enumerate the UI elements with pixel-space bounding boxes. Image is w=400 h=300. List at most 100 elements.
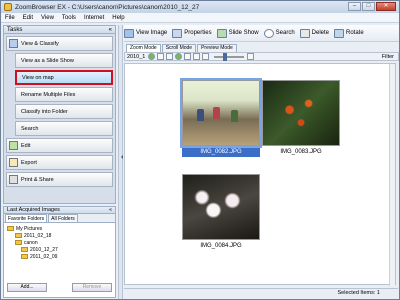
toolbar-label: Properties [184,30,212,36]
thumbnail-area: IMG_0082.JPG IMG_0083.JPG IMG_0084.JPG [124,63,396,286]
tab-zoom-mode[interactable]: Zoom Mode [126,44,161,52]
task-label: Classify into Folder [21,108,68,115]
zoombrowser-window: ZoomBrowser EX - C:\Users\canon\Pictures… [0,0,400,300]
delete-button[interactable]: Delete [299,28,329,38]
menu-file[interactable]: File [1,15,19,21]
tree-node-2011-02-18[interactable]: 2011_02_18 [7,232,112,239]
tree-node-2011-02-09[interactable]: 2011_02_09 [7,253,112,260]
task-label: Print & Share [21,176,54,183]
tab-scroll-mode[interactable]: Scroll Mode [161,44,197,52]
title-bar: ZoomBrowser EX - C:\Users\canon\Pictures… [1,1,399,13]
slide-show-icon [216,28,227,38]
menu-bar: File Edit View Tools Internet Help [1,13,399,23]
tasks-header-label: Tasks [7,27,23,33]
add-folder-button[interactable]: Add... [7,283,47,292]
remove-folder-button[interactable]: Remove [72,283,112,292]
close-button[interactable]: ✕ [376,2,396,11]
toolbar-label: View Image [136,30,168,36]
status-bar: Selected Items: 1 [124,288,398,298]
tree-label: 2010_12_27 [30,246,58,253]
thumbnail-item[interactable]: IMG_0082.JPG [180,78,262,157]
view-image-button[interactable]: View Image [124,28,168,38]
menu-help[interactable]: Help [108,15,128,21]
zoom-slider-thumb[interactable] [223,52,228,61]
folder-name-fragment: 2010_1 [127,53,146,60]
task-label: View & Classify [21,40,59,47]
folder-icon [15,233,22,238]
view-options-bar: 2010_1 Filter [124,52,399,61]
tab-all-folders[interactable]: All Folders [48,214,78,222]
task-view-on-map[interactable]: View on map [15,70,113,85]
maximize-button[interactable]: □ [362,2,375,11]
tasks-panel: View & Classify View as a Slide Show Vie… [3,34,116,204]
task-export[interactable]: Export [6,155,113,170]
last-acquired-header[interactable]: Last Acquired Images « [3,206,116,214]
vertical-scrollbar[interactable] [389,64,395,286]
rotate-button[interactable]: Rotate [334,28,364,38]
photo-children[interactable] [180,78,262,148]
thumbnail-item[interactable]: IMG_0084.JPG [182,174,260,251]
search-icon [263,28,274,38]
task-search[interactable]: Search [15,121,113,136]
thumbnail-item[interactable]: IMG_0083.JPG [262,80,340,157]
slide-show-button[interactable]: Slide Show [216,28,259,38]
task-view-classify[interactable]: View & Classify [6,36,113,51]
tree-label: My Pictures [16,225,43,232]
window-title: ZoomBrowser EX - C:\Users\canon\Pictures… [15,3,200,11]
menu-internet[interactable]: Internet [80,15,108,21]
menu-tools[interactable]: Tools [58,15,80,21]
zoom-slider[interactable] [214,52,245,61]
tree-node-canon[interactable]: canon [7,239,112,246]
refresh-icon[interactable] [148,53,156,60]
task-edit[interactable]: Edit [6,138,113,153]
tree-node-my-pictures[interactable]: My Pictures [7,225,112,232]
task-print-share[interactable]: Print & Share [6,172,113,187]
panel-splitter[interactable] [118,25,123,299]
display-option-icon[interactable] [175,53,183,60]
zoom-fit-icon[interactable] [202,53,210,60]
task-label: Export [21,159,37,166]
task-label: Edit [21,142,31,149]
expand-last-acquired-icon[interactable]: « [109,207,115,213]
folders-panel: Favorite Folders All Folders My Pictures… [3,214,116,298]
menu-view[interactable]: View [37,15,58,21]
photo-flowers[interactable] [262,80,340,146]
toolbar: View Image Properties Slide Show Search … [124,25,399,42]
search-button[interactable]: Search [263,28,295,38]
task-label: Rename Multiple Files [21,91,76,98]
mode-tabs: Zoom Mode Scroll Mode Preview Mode [124,44,399,52]
photo-blossoms[interactable] [182,174,260,240]
filter-dropdown[interactable]: Filter [382,54,394,60]
thumbnail-filename: IMG_0083.JPG [280,149,322,155]
folder-buttons: Add... Remove [4,283,115,292]
main-panel: View Image Properties Slide Show Search … [124,25,399,299]
properties-button[interactable]: Properties [172,28,212,38]
tree-label: 2011_02_18 [24,232,52,239]
task-slide-show[interactable]: View as a Slide Show [15,53,113,68]
collapse-tasks-icon[interactable]: « [109,26,115,33]
sort-icon[interactable] [166,53,174,60]
view-classify-icon [9,39,18,48]
toolbar-label: Search [275,30,295,36]
minimize-button[interactable]: – [348,2,361,11]
task-label: View on map [22,74,54,81]
toolbar-label: Slide Show [228,30,259,36]
task-classify-folder[interactable]: Classify into Folder [15,104,113,119]
tree-node-2010-12-27[interactable]: 2010_12_27 [7,246,112,253]
task-label: Search [21,125,39,132]
zoom-in-icon[interactable] [247,53,255,60]
tab-preview-mode[interactable]: Preview Mode [197,44,237,52]
toolbar-label: Delete [311,30,329,36]
star-rating-icon[interactable] [184,53,192,60]
edit-icon [9,141,18,150]
pointer-tool-icon[interactable] [193,53,201,60]
status-text: Selected Items: 1 [337,290,381,296]
tab-favorite-folders[interactable]: Favorite Folders [5,214,48,222]
select-all-icon[interactable] [157,53,165,60]
menu-edit[interactable]: Edit [19,15,37,21]
left-panel: Tasks « View & Classify View as a Slide … [3,25,116,299]
last-acquired-label: Last Acquired Images [7,207,60,213]
task-label: View as a Slide Show [21,57,74,64]
task-rename-multiple[interactable]: Rename Multiple Files [15,87,113,102]
window-controls: – □ ✕ [347,2,396,12]
